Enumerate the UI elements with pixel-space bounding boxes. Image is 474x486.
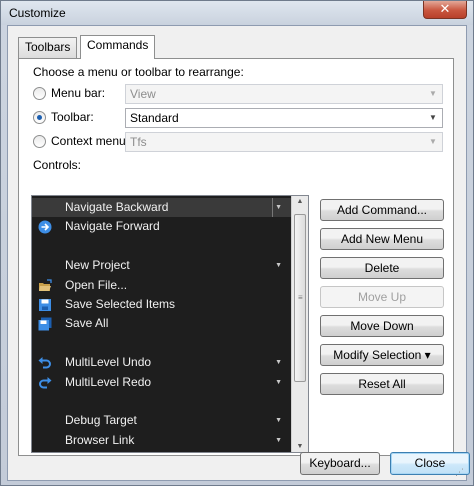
redo-icon [38,376,52,390]
add-new-menu-button[interactable]: Add New Menu [320,228,444,250]
list-item-label: Save Selected Items [65,297,176,311]
list-item[interactable]: Save Selected Items [32,295,291,314]
open-file-icon [38,278,52,293]
list-item[interactable]: MultiLevel Undo ▼ [32,353,291,372]
toolbar-radio[interactable] [33,111,46,124]
dropdown-arrow-icon[interactable]: ▼ [275,431,282,450]
list-item-label: Open File... [65,277,128,292]
list-item[interactable]: New Project ▼ [32,256,291,275]
move-up-button[interactable]: Move Up [320,286,444,308]
dropdown-arrow-icon[interactable]: ▼ [275,256,282,275]
grip-icon: ≡ [298,293,303,302]
save-icon [38,298,52,312]
list-item-label: MultiLevel Redo [65,374,152,389]
controls-list[interactable]: ▲ ≡ ▼ Navigate Backward ▼ Navigate Forward… [31,195,309,453]
list-separator [32,392,291,411]
list-item[interactable]: Navigate Backward ▼ [32,198,291,217]
list-item-label: Browser Link [65,432,135,447]
move-down-button[interactable]: Move Down [320,315,444,337]
list-item-label: Debug Target [65,413,137,428]
list-item[interactable]: MultiLevel Redo ▼ [32,373,291,392]
modify-selection-button[interactable]: Modify Selection ▾ [320,344,444,366]
title-bar[interactable]: Customize ✕ [1,1,473,25]
reset-all-button[interactable]: Reset All [320,373,444,395]
list-separator [32,237,291,256]
dropdown-arrow-icon[interactable]: ▼ [272,198,282,217]
chevron-down-icon: ▼ [429,89,437,98]
dialog-client-area: Toolbars Commands Choose a menu or toolb… [7,25,470,481]
commands-tab-page: Choose a menu or toolbar to rearrange: M… [18,58,454,456]
dropdown-arrow-icon[interactable]: ▼ [275,411,282,430]
dropdown-arrow-icon[interactable]: ▼ [275,373,282,392]
toolbar-label: Toolbar: [51,110,94,124]
list-item-label: Navigate Forward [65,219,160,234]
dropdown-arrow-icon[interactable]: ▼ [275,353,282,372]
chevron-down-icon: ▼ [429,113,437,122]
customize-dialog: Customize ✕ Toolbars Commands Choose a m… [0,0,474,486]
controls-label: Controls: [33,158,82,172]
window-title: Customize [9,6,66,20]
navigate-forward-icon [38,220,52,234]
controls-scrollbar[interactable]: ▲ ≡ ▼ [291,196,308,452]
list-separator [32,334,291,353]
undo-icon [38,356,52,370]
menu-bar-value: View [130,87,156,101]
delete-button[interactable]: Delete [320,257,444,279]
save-all-icon [38,317,52,331]
scroll-up-icon[interactable]: ▲ [292,198,308,205]
close-window-button[interactable]: ✕ [423,1,467,19]
context-menu-select: Tfs ▼ [125,132,443,152]
list-item[interactable]: Open File... [32,276,291,295]
list-item[interactable]: Navigate Forward [32,217,291,236]
list-item-label: MultiLevel Undo [65,355,152,370]
keyboard-button[interactable]: Keyboard... [300,452,380,475]
add-command-button[interactable]: Add Command... [320,199,444,221]
scrollbar-thumb[interactable]: ≡ [294,214,306,382]
menu-bar-label: Menu bar: [51,86,106,100]
list-item[interactable]: Save All [32,314,291,333]
chevron-down-icon: ▼ [429,137,437,146]
tab-commands[interactable]: Commands [80,35,156,59]
list-item-label: Navigate Backward [65,200,169,214]
context-menu-value: Tfs [130,135,147,149]
context-menu-label: Context menu: [51,134,130,148]
choose-menu-label: Choose a menu or toolbar to rearrange: [33,65,244,79]
toolbar-select[interactable]: Standard ▼ [125,108,443,128]
list-item[interactable]: Debug Target ▼ [32,411,291,430]
context-menu-radio[interactable] [33,135,46,148]
resize-grip-icon[interactable]: ⋰ [455,467,464,478]
menu-bar-radio[interactable] [33,87,46,100]
toolbar-value: Standard [130,111,179,125]
menu-bar-select: View ▼ [125,84,443,104]
scroll-down-icon[interactable]: ▼ [292,443,308,450]
list-item[interactable]: Browser Link ▼ [32,431,291,450]
list-item-label: New Project [65,258,130,273]
tab-toolbars[interactable]: Toolbars [18,37,78,58]
list-item-label: Save All [65,316,109,331]
